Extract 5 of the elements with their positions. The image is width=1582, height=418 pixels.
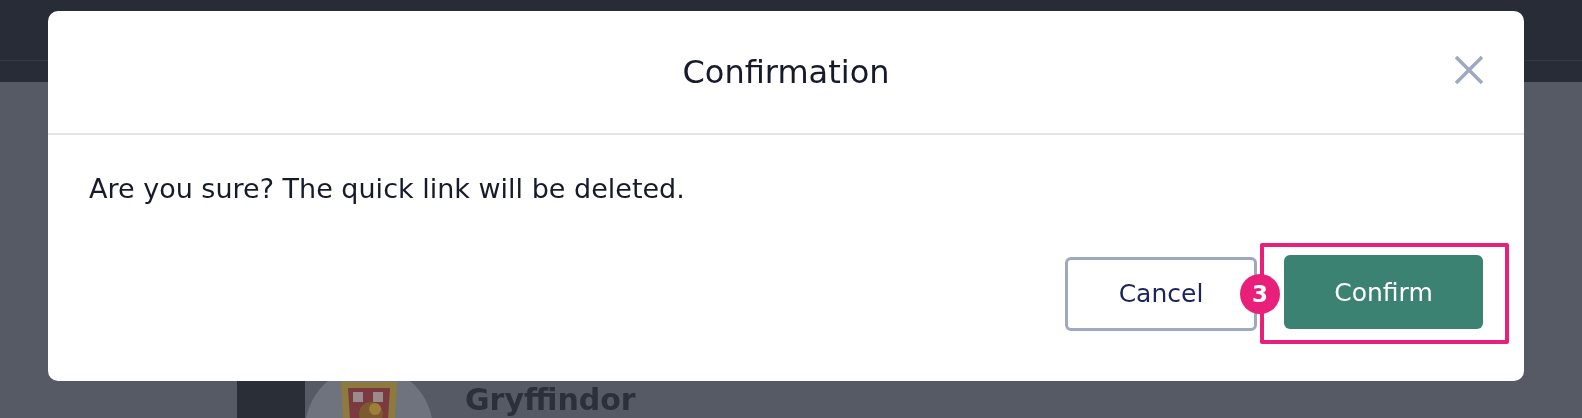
step-badge: 3 [1240,273,1280,314]
dialog-title: Confirmation [682,53,890,91]
confirm-button[interactable]: Confirm [1284,255,1483,329]
close-icon[interactable] [1452,53,1486,87]
dialog-message: Are you sure? The quick link will be deleted. [89,173,686,204]
